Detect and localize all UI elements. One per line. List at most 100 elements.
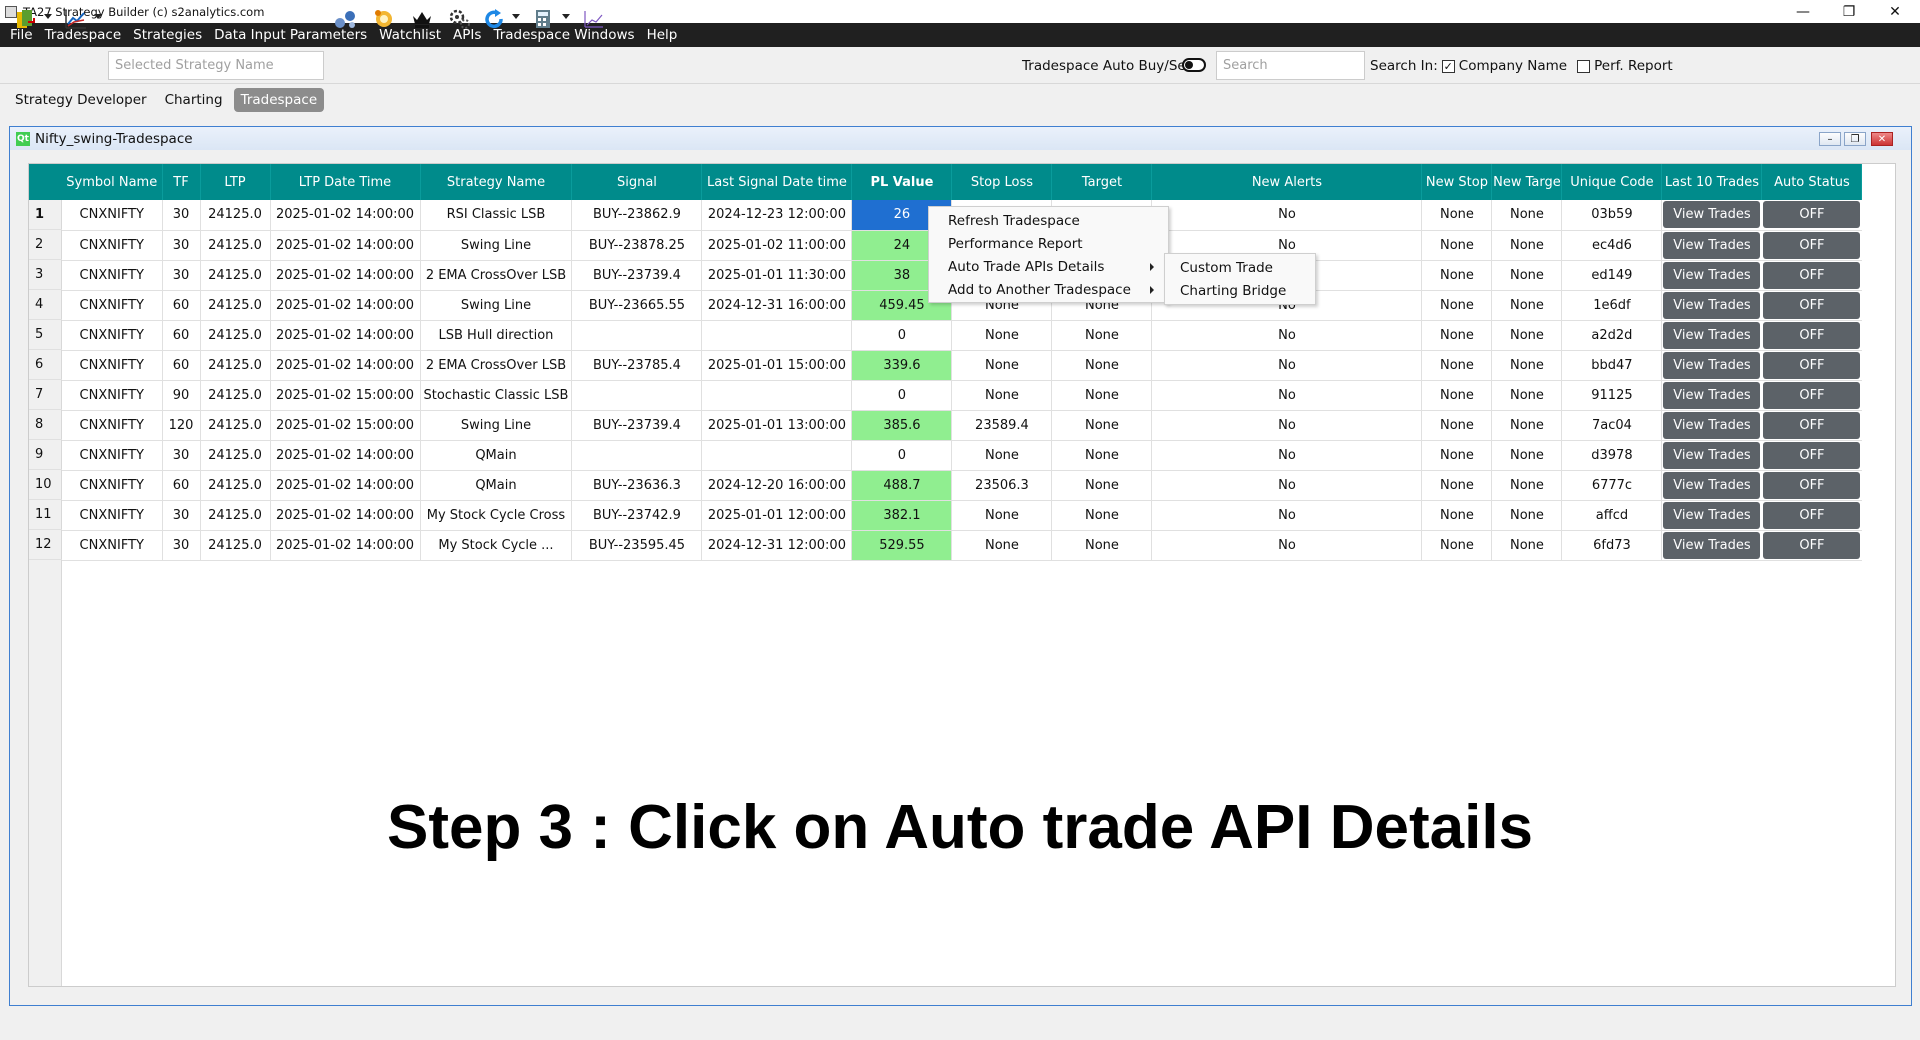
strategy-name-cell[interactable]: 2 EMA CrossOver LSB <box>420 350 573 381</box>
tf-cell[interactable]: 30 <box>162 500 201 531</box>
signal-cell[interactable]: BUY--23742.9 <box>571 500 703 531</box>
view-trades-button[interactable]: View Trades <box>1663 261 1761 289</box>
table-row[interactable]: CNXNIFTY 60 24125.0 2025-01-02 14:00:00 2 EM… <box>62 350 1863 381</box>
auto-status-button[interactable]: OFF <box>1763 321 1861 349</box>
new-alerts-cell[interactable]: No <box>1151 530 1423 561</box>
submenu-charting-bridge[interactable]: Charting Bridge <box>1165 280 1315 302</box>
auto-status-button-cell[interactable]: OFF <box>1761 350 1863 381</box>
row-number[interactable]: 9 <box>29 440 62 470</box>
strategy-name-cell[interactable]: LSB Hull direction <box>420 320 573 351</box>
search-input[interactable] <box>1216 51 1365 80</box>
strategy-name-cell[interactable]: QMain <box>420 470 573 501</box>
view-trades-button-cell[interactable]: View Trades <box>1661 200 1763 231</box>
ltp-cell[interactable]: 24125.0 <box>200 290 271 321</box>
unique-code-cell[interactable]: affcd <box>1561 500 1663 531</box>
view-trades-button[interactable]: View Trades <box>1663 531 1761 559</box>
refresh-dropdown-icon[interactable] <box>512 14 520 19</box>
auto-status-button[interactable]: OFF <box>1763 231 1861 259</box>
unique-code-cell[interactable]: d3978 <box>1561 440 1663 471</box>
unique-code-cell[interactable]: ed149 <box>1561 260 1663 291</box>
view-trades-button-cell[interactable]: View Trades <box>1661 320 1763 351</box>
symbol-cell[interactable]: CNXNIFTY <box>62 410 163 441</box>
unique-code-cell[interactable]: 6fd73 <box>1561 530 1663 561</box>
row-number[interactable]: 12 <box>29 530 62 560</box>
col-last-signal-date-time[interactable]: Last Signal Date time <box>701 164 853 200</box>
new-stop-cell[interactable]: None <box>1421 500 1493 531</box>
tf-cell[interactable]: 120 <box>162 410 201 441</box>
ltp-cell[interactable]: 24125.0 <box>200 260 271 291</box>
ltp-cell[interactable]: 24125.0 <box>200 320 271 351</box>
auto-status-button-cell[interactable]: OFF <box>1761 530 1863 561</box>
maximize-button[interactable]: ❐ <box>1826 0 1872 23</box>
new-alerts-cell[interactable]: No <box>1151 380 1423 411</box>
ltp-date-time-cell[interactable]: 2025-01-02 14:00:00 <box>270 290 421 321</box>
col-unique-code[interactable]: Unique Code <box>1561 164 1663 200</box>
view-trades-button[interactable]: View Trades <box>1663 501 1761 529</box>
new-stop-cell[interactable]: None <box>1421 380 1493 411</box>
menu-strategies[interactable]: Strategies <box>127 27 208 43</box>
tab-strategy-developer[interactable]: Strategy Developer <box>8 88 154 112</box>
new-alerts-cell[interactable]: No <box>1151 320 1423 351</box>
symbol-cell[interactable]: CNXNIFTY <box>62 230 163 261</box>
ltp-date-time-cell[interactable]: 2025-01-02 14:00:00 <box>270 350 421 381</box>
table-row[interactable]: CNXNIFTY 60 24125.0 2025-01-02 14:00:00 QMai… <box>62 470 1863 501</box>
tab-tradespace[interactable]: Tradespace <box>233 88 325 112</box>
col-ltp-date-time[interactable]: LTP Date Time <box>270 164 421 200</box>
stop-loss-cell[interactable]: None <box>951 530 1053 561</box>
auto-buy-sell-toggle[interactable] <box>1182 58 1206 72</box>
col-auto-status[interactable]: Auto Status <box>1761 164 1863 200</box>
stop-loss-cell[interactable]: None <box>951 320 1053 351</box>
new-target-cell[interactable]: None <box>1491 380 1563 411</box>
new-stop-cell[interactable]: None <box>1421 290 1493 321</box>
stop-loss-cell[interactable]: None <box>951 500 1053 531</box>
ltp-cell[interactable]: 24125.0 <box>200 230 271 261</box>
pl-value-cell[interactable]: 382.1 <box>851 500 953 531</box>
table-row[interactable]: CNXNIFTY 30 24125.0 2025-01-02 14:00:00 My S… <box>62 500 1863 531</box>
row-number[interactable]: 3 <box>29 260 62 290</box>
symbol-cell[interactable]: CNXNIFTY <box>62 380 163 411</box>
auto-status-button[interactable]: OFF <box>1763 441 1861 469</box>
row-number[interactable]: 11 <box>29 500 62 530</box>
view-trades-button-cell[interactable]: View Trades <box>1661 260 1763 291</box>
row-number[interactable]: 10 <box>29 470 62 500</box>
new-alerts-cell[interactable]: No <box>1151 200 1423 231</box>
strategy-name-cell[interactable]: Swing Line <box>420 230 573 261</box>
target-cell[interactable]: None <box>1051 470 1153 501</box>
auto-status-button[interactable]: OFF <box>1763 381 1861 409</box>
ctx-performance-report[interactable]: Performance Report <box>929 233 1168 255</box>
strategy-name-cell[interactable]: 2 EMA CrossOver LSB <box>420 260 573 291</box>
last-signal-date-time-cell[interactable] <box>701 380 853 411</box>
target-cell[interactable]: None <box>1051 380 1153 411</box>
target-cell[interactable]: None <box>1051 500 1153 531</box>
selected-strategy-input[interactable] <box>108 51 324 80</box>
auto-status-button-cell[interactable]: OFF <box>1761 380 1863 411</box>
view-trades-button[interactable]: View Trades <box>1663 321 1761 349</box>
table-row[interactable]: CNXNIFTY 30 24125.0 2025-01-02 14:00:00 My S… <box>62 530 1863 561</box>
row-number[interactable]: 8 <box>29 410 62 440</box>
row-number[interactable]: 7 <box>29 380 62 410</box>
subwindow-minimize-button[interactable]: – <box>1819 132 1841 146</box>
signal-cell[interactable]: BUY--23739.4 <box>571 260 703 291</box>
symbol-cell[interactable]: CNXNIFTY <box>62 290 163 321</box>
col-symbol-name[interactable]: Symbol Name <box>62 164 163 200</box>
view-trades-button-cell[interactable]: View Trades <box>1661 290 1763 321</box>
signal-cell[interactable]: BUY--23595.45 <box>571 530 703 561</box>
strategy-name-cell[interactable]: RSI Classic LSB <box>420 200 573 231</box>
target-cell[interactable]: None <box>1051 410 1153 441</box>
ltp-cell[interactable]: 24125.0 <box>200 470 271 501</box>
optimize-icon[interactable] <box>370 6 398 32</box>
view-trades-button-cell[interactable]: View Trades <box>1661 500 1763 531</box>
auto-status-button-cell[interactable]: OFF <box>1761 440 1863 471</box>
auto-status-button-cell[interactable]: OFF <box>1761 290 1863 321</box>
last-signal-date-time-cell[interactable] <box>701 440 853 471</box>
ltp-date-time-cell[interactable]: 2025-01-02 15:00:00 <box>270 410 421 441</box>
new-target-cell[interactable]: None <box>1491 320 1563 351</box>
view-trades-button[interactable]: View Trades <box>1663 411 1761 439</box>
signal-cell[interactable] <box>571 440 703 471</box>
col-pl-value[interactable]: PL Value <box>851 164 953 200</box>
tf-cell[interactable]: 60 <box>162 470 201 501</box>
last-signal-date-time-cell[interactable]: 2025-01-01 15:00:00 <box>701 350 853 381</box>
symbol-cell[interactable]: CNXNIFTY <box>62 350 163 381</box>
new-stop-cell[interactable]: None <box>1421 200 1493 231</box>
col-strategy-name[interactable]: Strategy Name <box>420 164 573 200</box>
